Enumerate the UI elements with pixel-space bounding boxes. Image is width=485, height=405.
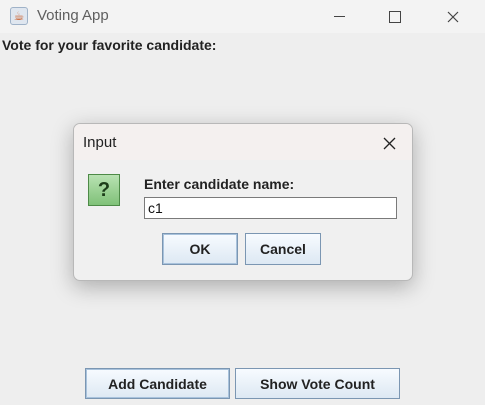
main-window: ☕ Voting App Vote for your favorite cand… <box>0 0 485 405</box>
question-icon: ? <box>88 174 120 206</box>
dialog-title-bar: Input <box>74 124 412 160</box>
minimize-button[interactable] <box>316 0 362 33</box>
dialog-close-button[interactable] <box>374 130 404 156</box>
page-heading: Vote for your favorite candidate: <box>2 37 217 53</box>
maximize-button[interactable] <box>372 0 418 33</box>
maximize-icon <box>389 10 401 23</box>
close-icon <box>383 137 395 149</box>
add-candidate-button[interactable]: Add Candidate <box>85 368 230 399</box>
ok-button[interactable]: OK <box>162 233 238 265</box>
minimize-icon <box>333 16 345 17</box>
window-title: Voting App <box>37 7 109 24</box>
candidate-name-input[interactable] <box>144 197 397 219</box>
close-window-button[interactable] <box>430 0 476 33</box>
input-dialog: Input ? Enter candidate name: OK Cancel <box>73 123 413 281</box>
dialog-title: Input <box>83 134 117 151</box>
cancel-button[interactable]: Cancel <box>245 233 321 265</box>
title-bar: ☕ Voting App <box>0 0 485 33</box>
show-vote-count-button[interactable]: Show Vote Count <box>235 368 400 399</box>
java-cup-icon[interactable]: ☕ <box>10 7 28 25</box>
close-icon <box>447 11 459 22</box>
dialog-prompt: Enter candidate name: <box>144 176 295 192</box>
